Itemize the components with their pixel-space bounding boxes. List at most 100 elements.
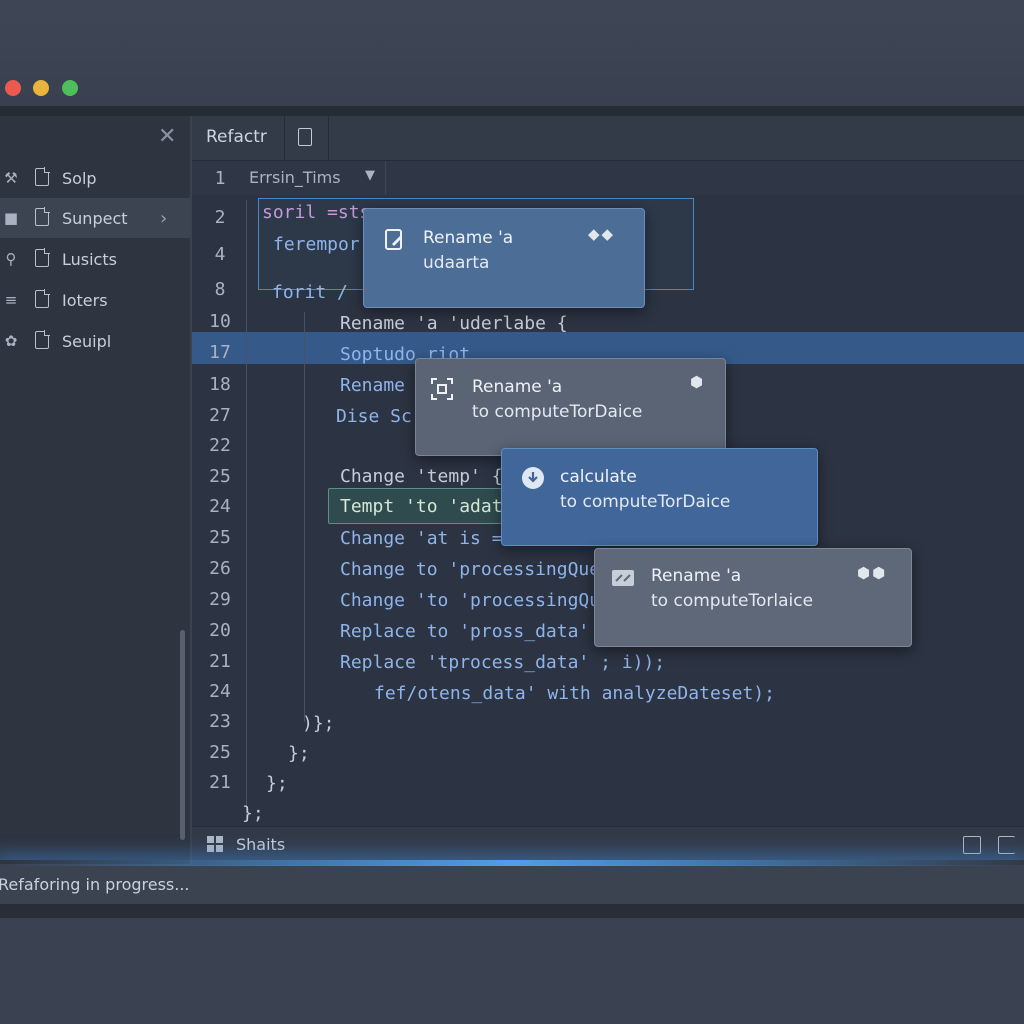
tab-refactor[interactable]: Refactr: [206, 127, 267, 147]
breadcrumb-label[interactable]: Errsin_Tims: [249, 168, 341, 187]
sidebar-item-label: Solp: [62, 168, 97, 188]
code-line[interactable]: Change 'at is =: [340, 528, 503, 549]
line-number: 25: [209, 527, 231, 548]
file-icon: [35, 207, 50, 226]
popup-title: Rename 'a: [472, 377, 563, 397]
download-icon: [522, 467, 544, 489]
sidebar-item-label: Lusicts: [62, 249, 117, 269]
focus-icon: [431, 378, 453, 400]
code-line[interactable]: ferempor: [273, 234, 360, 255]
sidebar-item-label: Seuipl: [62, 331, 112, 351]
line-number: 1: [214, 168, 226, 189]
sidebar-item-solp[interactable]: ⚒ Solp: [0, 158, 190, 198]
popup-subtitle: to computeTorDaice: [560, 492, 731, 512]
line-number: 21: [209, 651, 231, 672]
popup-subtitle: to computeTorDaice: [472, 402, 643, 422]
more-options-icon[interactable]: ⬢⬢: [857, 564, 887, 582]
line-number: 24: [209, 681, 231, 702]
search-icon: ⚲: [5, 250, 17, 268]
more-options-icon[interactable]: ⬢: [690, 373, 705, 391]
sidebar-item-seuipl[interactable]: ✿ Seuipl: [0, 321, 190, 361]
tab-divider: [284, 116, 285, 160]
line-number: 27: [209, 405, 231, 426]
file-edit-icon: [385, 229, 402, 250]
breadcrumb-divider: [385, 161, 386, 195]
refactor-suggestion-popup[interactable]: [363, 208, 645, 308]
line-number: 25: [209, 742, 231, 763]
line-number: 21: [209, 772, 231, 793]
file-icon: [35, 330, 50, 349]
code-line[interactable]: Replace 'tprocess_data' ; i));: [340, 652, 665, 673]
code-line[interactable]: };: [288, 743, 310, 764]
more-options-icon[interactable]: ◆◆: [588, 225, 615, 243]
sidebar-item-sunpect[interactable]: ■ Sunpect ›: [0, 198, 190, 238]
gear-icon: ✿: [4, 332, 18, 350]
popup-title: calculate: [560, 467, 637, 487]
code-line[interactable]: Change to 'processingQue: [340, 559, 600, 580]
code-line[interactable]: Tempt 'to 'adati: [340, 496, 513, 517]
minimize-window-button[interactable]: [33, 80, 49, 96]
close-window-button[interactable]: [5, 80, 21, 96]
title-bar: [0, 0, 1024, 106]
popup-title: Rename 'a: [651, 566, 742, 586]
sidebar-scrollbar[interactable]: [180, 630, 185, 840]
collapse-icon[interactable]: [998, 836, 1015, 854]
code-line[interactable]: Rename: [340, 375, 405, 396]
popup-title: Rename 'a: [423, 228, 514, 248]
file-icon: [35, 167, 50, 186]
code-line[interactable]: };: [242, 803, 264, 824]
sidebar-item-ioters[interactable]: ≡ Ioters: [0, 280, 190, 320]
tab-bar: [192, 116, 1024, 161]
line-number: 20: [209, 620, 231, 641]
window-frame-top: [0, 106, 1024, 116]
line-number: 22: [209, 435, 231, 456]
code-line[interactable]: fef/otens_data' with analyzeDateset);: [374, 683, 775, 704]
line-number: 4: [214, 244, 226, 265]
code-line[interactable]: )};: [302, 713, 335, 734]
indent-guide: [304, 312, 305, 722]
code-line[interactable]: Replace to 'pross_data': [340, 621, 589, 642]
folder-icon: ■: [3, 209, 19, 227]
line-number: 17: [209, 342, 231, 363]
maximize-window-button[interactable]: [62, 80, 78, 96]
refactor-icon: [612, 570, 634, 586]
progress-status-text: Refaforing in progress...: [0, 875, 190, 894]
code-line[interactable]: };: [266, 773, 288, 794]
code-line[interactable]: Change 'temp' {: [340, 466, 503, 487]
sidebar-item-label: Sunpect: [62, 208, 128, 228]
popup-subtitle: udaarta: [423, 253, 490, 273]
line-number: 2: [214, 207, 226, 228]
sidebar-item-lusicts[interactable]: ⚲ Lusicts: [0, 239, 190, 279]
line-number: 8: [214, 279, 226, 300]
line-number: 24: [209, 496, 231, 517]
caret-down-icon[interactable]: ▼: [365, 168, 375, 183]
code-line[interactable]: forit /: [272, 282, 348, 303]
popup-subtitle: to computeTorlaice: [651, 591, 814, 611]
code-line[interactable]: soril =sts: [262, 202, 370, 223]
panel-icon[interactable]: [963, 836, 981, 854]
code-line[interactable]: Dise Sc: [336, 406, 412, 427]
ide-window: ✕ ⚒ Solp ■ Sunpect › ⚲ Lusicts ≡ Ioters …: [0, 0, 1024, 1024]
line-number: 10: [209, 311, 231, 332]
line-number: 29: [209, 589, 231, 610]
grid-icon[interactable]: [207, 836, 225, 854]
status-label[interactable]: Shaits: [236, 835, 285, 854]
desktop-background: [0, 918, 1024, 1024]
menu-icon: ≡: [4, 291, 18, 309]
window-frame-bottom: [0, 904, 1024, 918]
close-icon[interactable]: ✕: [158, 124, 176, 149]
sidebar-item-label: Ioters: [62, 290, 108, 310]
line-number: 25: [209, 466, 231, 487]
tab-divider: [328, 116, 329, 160]
file-icon: [35, 289, 50, 308]
wrench-icon: ⚒: [4, 169, 18, 187]
new-file-icon[interactable]: [298, 128, 312, 146]
line-number: 23: [209, 711, 231, 732]
indent-guide: [246, 200, 247, 820]
code-line[interactable]: Change 'to 'processingQu: [340, 590, 600, 611]
file-icon: [35, 248, 50, 267]
chevron-right-icon[interactable]: ›: [160, 208, 167, 229]
line-number: 18: [209, 374, 231, 395]
line-number: 26: [209, 558, 231, 579]
code-line[interactable]: Rename 'a 'uderlabe {: [340, 313, 568, 334]
